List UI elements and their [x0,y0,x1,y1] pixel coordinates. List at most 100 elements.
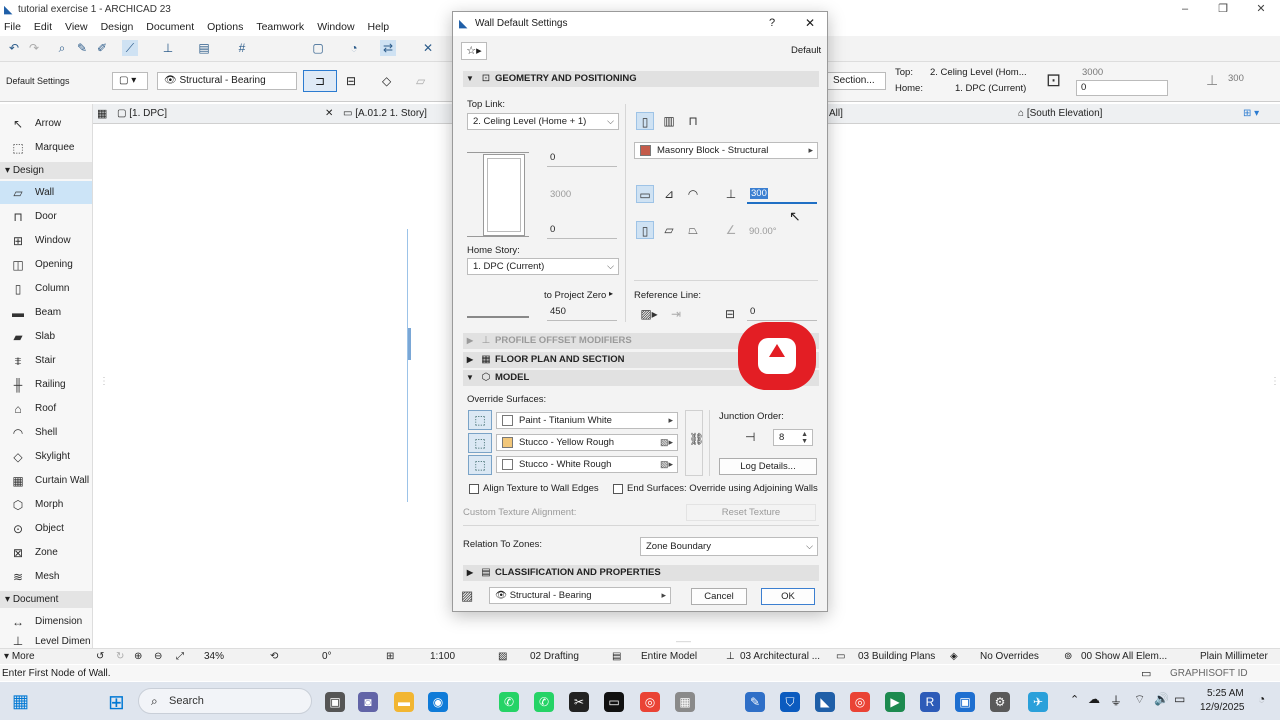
home-value[interactable]: 1. DPC (Current) [955,83,1026,94]
redo-icon[interactable]: ↷ [26,40,42,56]
undo-icon[interactable]: ↶ [6,40,22,56]
dialog-close-button[interactable]: ✕ [805,16,815,30]
design-section-header[interactable]: ▾ Design [0,162,92,179]
wall-type-trapezoid-icon[interactable]: ⊿ [660,185,678,203]
find-select-icon[interactable]: ⌕ [54,40,70,56]
height-value[interactable]: 3000 [1082,67,1103,78]
ok-button[interactable]: OK [761,588,815,605]
tool-beam[interactable]: ▬ Beam [0,301,92,324]
reset-texture-button[interactable]: Reset Texture [686,504,816,521]
widgets-icon[interactable]: ▦ [12,691,29,712]
angle-value[interactable]: 0° [322,651,332,663]
close-window-icon[interactable]: ✕ [1242,0,1280,19]
tool-level-dimension[interactable]: ⊥ Level Dimen [0,634,92,648]
archicad-taskbar-icon[interactable]: ◣ [815,692,835,712]
layer-dropdown[interactable]: 👁 Structural - Bearing [157,72,297,90]
section-dropdown[interactable]: Section... [826,72,886,90]
rotate-icon[interactable]: ⟲ [270,651,278,663]
home-story-dropdown[interactable]: 1. DPC (Current) ⌵ [467,258,619,275]
tab-all[interactable]: All] [829,106,843,122]
tool-morph[interactable]: ⬡ Morph [0,493,92,516]
align-texture-checkbox[interactable] [469,484,479,494]
offset-input[interactable]: 0 [1076,80,1168,96]
straight-wall-icon[interactable]: ⊐ [303,70,337,92]
thickness-value[interactable]: 300 [1228,73,1244,84]
redo-view-icon[interactable]: ↻ [116,651,124,663]
renovation-value[interactable]: 00 Show All Elem... [1081,651,1167,663]
mvo-value[interactable]: 03 Building Plans [858,651,935,663]
onedrive-icon[interactable]: ☁ [1088,692,1100,706]
surface-override-toggle-2-icon[interactable]: ⬚ [468,433,492,453]
taskbar-time[interactable]: 5:25 AM [1207,688,1244,699]
dialog-help-button[interactable]: ? [769,17,775,29]
tool-window[interactable]: ⊞ Window [0,229,92,252]
minimize-icon[interactable]: – [1166,0,1204,19]
tool-wall[interactable]: ▱ Wall [0,181,92,204]
inject-icon[interactable]: ✐ [94,40,110,56]
wall-profile-vertical-icon[interactable]: ▯ [636,221,654,239]
tool-dimension[interactable]: ↔ Dimension [0,610,92,633]
menu-edit[interactable]: Edit [34,19,52,35]
wall-structure-icon[interactable]: ⊟ [346,74,356,88]
whatsapp-business-icon[interactable]: ✆ [534,692,554,712]
tool-roof[interactable]: ⌂ Roof [0,397,92,420]
graphisoft-icon[interactable]: ▭ [1141,667,1151,680]
menu-teamwork[interactable]: Teamwork [256,19,304,35]
top-link-dropdown[interactable]: 2. Celing Level (Home + 1) ⌵ [467,113,619,130]
surface-dropdown-1[interactable]: Paint - Titanium White ▸ [496,412,678,429]
thickness-input[interactable]: 300 [747,186,817,204]
calculator-icon[interactable]: ▦ [675,692,695,712]
log-details-button[interactable]: Log Details... [719,458,817,475]
cross-icon[interactable]: ✕ [420,40,436,56]
relation-zones-dropdown[interactable]: Zone Boundary ⌵ [640,537,818,556]
reference-offset-input[interactable]: 0 [747,304,817,321]
wall-complexity-straight-icon[interactable]: ▯ [636,112,654,130]
footer-layer-dropdown[interactable]: 👁 Structural - Bearing ▸ [489,587,671,604]
menu-design[interactable]: Design [101,19,134,35]
microphone-icon[interactable]: ⏚ [1110,692,1122,709]
teams-icon[interactable]: ◙ [358,692,378,712]
tool-object[interactable]: ⊙ Object [0,517,92,540]
top-offset-input[interactable]: 0 [547,150,617,167]
wall-profile-double-icon[interactable]: ⏢ [684,221,702,239]
pen-set-value[interactable]: 03 Architectural ... [740,651,820,663]
tool-slab[interactable]: ▰ Slab [0,325,92,348]
tool-curtain-wall[interactable]: ▦ Curtain Wall [0,469,92,492]
building-material-dropdown[interactable]: Masonry Block - Structural ▸ [634,142,818,159]
zoom-value[interactable]: 34% [204,651,224,663]
tab-south-elevation[interactable]: ⌂ [South Elevation] [1018,106,1102,122]
tab-3d-story[interactable]: ▭ [A.01.2 1. Story] [343,106,427,122]
scale-value[interactable]: 1:100 [430,651,455,663]
wall-type-straight-icon[interactable]: ▭ [636,185,654,203]
dimension-value[interactable]: Plain Millimeter [1200,651,1268,663]
tool-stair[interactable]: ⩨ Stair [0,349,92,372]
document-section-header[interactable]: ▾ Document [0,591,92,608]
settings-icon[interactable]: ⚙ [990,692,1010,712]
menu-help[interactable]: Help [368,19,390,35]
tool-column[interactable]: ▯ Column [0,277,92,300]
task-view-icon[interactable]: ▣ [325,692,345,712]
classification-section-header[interactable]: ▶ ▤ CLASSIFICATION AND PROPERTIES [463,565,819,581]
defender-icon[interactable]: ⛉ [780,692,800,712]
pick-up-icon[interactable]: ✎ [74,40,90,56]
model-view-value[interactable]: Entire Model [641,651,697,663]
tool-zone[interactable]: ⊠ Zone [0,541,92,564]
tool-opening[interactable]: ◫ Opening [0,253,92,276]
tool-mesh[interactable]: ≋ Mesh [0,565,92,588]
stepper-icon[interactable]: ▲ ▼ [801,431,808,445]
taskbar-date[interactable]: 12/9/2025 [1200,702,1245,713]
chrome-icon[interactable]: ◎ [640,692,660,712]
tab-close-icon[interactable]: ✕ [325,106,333,122]
left-scroll-handle[interactable]: ⋮ [99,376,109,387]
grid-snap-icon[interactable]: # [234,40,250,56]
to-project-zero-arrow-icon[interactable]: ▸ [609,289,613,298]
zoom-out-icon[interactable]: ⊖ [154,651,162,663]
end-surfaces-checkbox[interactable] [613,484,623,494]
bottom-offset-input[interactable]: 0 [547,222,617,239]
reference-line-flip-icon[interactable]: ⇥ [667,305,685,323]
menu-options[interactable]: Options [207,19,243,35]
telegram-icon[interactable]: ✈ [1028,692,1048,712]
remote-desktop-icon[interactable]: ▣ [955,692,975,712]
top-value[interactable]: 2. Celing Level (Hom... [930,67,1027,78]
tray-chevron-up-icon[interactable]: ⌃ [1070,693,1079,706]
